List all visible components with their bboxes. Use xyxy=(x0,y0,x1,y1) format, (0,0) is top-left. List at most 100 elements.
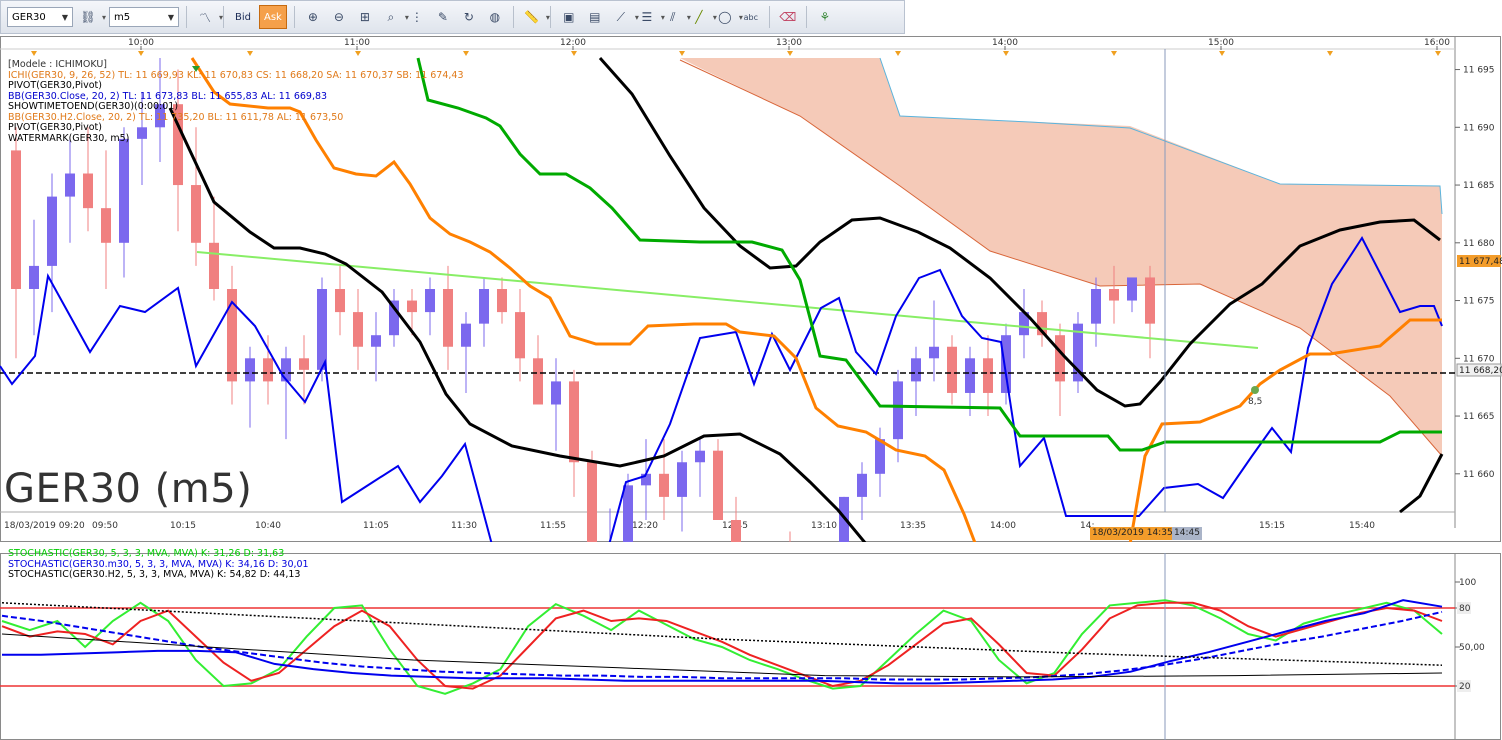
price-tick-label: 11 685 xyxy=(1463,181,1495,191)
candle-body xyxy=(947,346,957,393)
stoch-tick-label: 50,00 xyxy=(1459,643,1485,653)
ruler-icon[interactable]: 📏 xyxy=(521,6,549,28)
bottom-time-label: 10:15 xyxy=(170,521,196,531)
line-tool-icon[interactable]: ╱ xyxy=(688,6,717,28)
timeframe-dropdown[interactable]: m5 ▼ xyxy=(109,7,179,27)
ellipse-icon[interactable]: ◯ xyxy=(714,6,743,28)
bottom-time-label: 12:20 xyxy=(632,521,658,531)
comment-icon[interactable]: ✎ xyxy=(432,6,454,28)
candle-body xyxy=(677,462,687,497)
separator xyxy=(186,6,187,28)
candle-body xyxy=(263,358,273,382)
candle-body xyxy=(245,358,255,382)
timeframe-value: m5 xyxy=(114,11,131,23)
candle-body xyxy=(47,196,57,266)
bottom-time-label: 11:05 xyxy=(363,521,389,531)
zoom-window-icon[interactable]: ⊞ xyxy=(354,6,376,28)
candle-body xyxy=(875,439,885,474)
layout-icon[interactable]: ▤ xyxy=(584,6,606,28)
candle-body xyxy=(929,346,939,359)
candle-body xyxy=(371,335,381,347)
candle-body xyxy=(695,450,705,463)
candle-body xyxy=(1091,289,1101,324)
chart-watermark: GER30 (m5) xyxy=(4,466,253,512)
stochastic-legend: STOCHASTIC(GER30, 5, 3, 3, MVA, MVA) K: … xyxy=(8,548,309,581)
magnifier-plus-icon[interactable]: ⊕ xyxy=(302,6,324,28)
candle-body xyxy=(659,473,669,497)
abc-text-icon[interactable]: abc xyxy=(740,6,762,28)
legend-line-7: WATERMARK(GER30, m5) xyxy=(8,132,130,144)
candle-body xyxy=(731,520,741,542)
candle-body xyxy=(335,289,345,313)
candle-body xyxy=(893,381,903,440)
image-icon[interactable]: ▣ xyxy=(558,6,580,28)
candle-body xyxy=(1145,277,1155,324)
bottom-time-label: 13:35 xyxy=(900,521,926,531)
price-tick-label: 11 670 xyxy=(1463,354,1495,364)
bottom-time-label: 11:55 xyxy=(540,521,566,531)
refresh-icon[interactable]: ↻ xyxy=(458,6,480,28)
bottom-time-label: 14:00 xyxy=(990,521,1016,531)
globe-icon[interactable]: ◍ xyxy=(484,6,506,28)
candle-body xyxy=(407,300,417,313)
sub-frame xyxy=(0,553,1501,740)
bottom-time-label: 18/03/2019 09:20 xyxy=(4,521,85,531)
bottom-time-label: 15:15 xyxy=(1259,521,1285,531)
candle-body xyxy=(461,323,471,347)
candle-body xyxy=(551,381,561,405)
price-tick-label: 11 690 xyxy=(1463,123,1495,133)
candle-body xyxy=(353,312,363,347)
candle-body xyxy=(191,185,201,243)
trend-tools-icon[interactable]: ⫽ xyxy=(662,6,691,28)
price-tick-label: 11 695 xyxy=(1463,66,1495,76)
price-tick-label: 11 665 xyxy=(1463,412,1495,422)
chevron-down-icon: ▼ xyxy=(61,12,68,22)
candle-body xyxy=(623,485,633,542)
separator xyxy=(512,6,514,28)
stoch-legend-0: STOCHASTIC(GER30, 5, 3, 3, MVA, MVA) K: … xyxy=(8,548,285,559)
zoom-fit-icon[interactable]: ⌕ xyxy=(380,6,408,28)
indicator-legend: [Modele : ICHIMOKU] ICHI(GER30, 9, 26, 5… xyxy=(8,59,464,144)
magnifier-minus-icon[interactable]: ⊖ xyxy=(328,6,350,28)
candle-body xyxy=(425,289,435,313)
price-tick-label: 11 675 xyxy=(1463,297,1495,307)
candle-body xyxy=(479,289,489,324)
candle-body xyxy=(515,312,525,359)
bottom-time-label: 13:10 xyxy=(811,521,837,531)
separator xyxy=(805,6,807,28)
link-icon[interactable]: ⛓ xyxy=(77,6,106,28)
toolbar: GER30 ▼ ⛓ m5 ▼ 〽 Bid Ask ⊕ ⊖ ⊞ ⌕ ⋮ ✎ ↻ ◍… xyxy=(0,0,905,34)
signal-dot xyxy=(1251,386,1259,394)
symbol-value: GER30 xyxy=(12,11,46,23)
ask-button[interactable]: Ask xyxy=(259,5,287,29)
price-tick-label: 11 680 xyxy=(1463,239,1495,249)
line-chart-icon[interactable]: 〽 xyxy=(194,6,223,28)
candle-body xyxy=(965,358,975,393)
stoch-legend-2: STOCHASTIC(GER30.H2, 5, 3, 3, MVA, MVA) … xyxy=(8,569,301,580)
price-marker-label-2: 11 668,20 xyxy=(1459,366,1502,376)
candle-body xyxy=(1001,335,1011,393)
candle-body xyxy=(65,173,75,197)
drawing-tools-icon[interactable]: ⟋ xyxy=(610,6,639,28)
bottom-time-label: 09:50 xyxy=(92,521,118,531)
hierarchy-icon[interactable]: ⚘ xyxy=(814,6,836,28)
separator xyxy=(293,6,295,28)
vertical-lines-icon[interactable]: ⋮ xyxy=(406,6,428,28)
bid-button[interactable]: Bid xyxy=(231,6,255,28)
legend-line-6: PIVOT(GER30,Pivot) xyxy=(8,122,102,133)
candle-body xyxy=(713,450,723,520)
candle-body xyxy=(857,473,867,497)
bottom-time-label: 10:40 xyxy=(255,521,281,531)
chevron-down-icon: ▼ xyxy=(167,12,174,22)
legend-line-0: [Modele : ICHIMOKU] xyxy=(8,59,108,70)
candle-body xyxy=(587,462,597,542)
stoch-tick-label: 80 xyxy=(1459,604,1471,614)
candle-body xyxy=(1109,289,1119,301)
price-tick-label: 11 660 xyxy=(1463,470,1495,480)
candle-body xyxy=(443,289,453,347)
eraser-icon[interactable]: ⌫ xyxy=(777,6,799,28)
symbol-dropdown[interactable]: GER30 ▼ xyxy=(7,7,73,27)
horizontal-lines-icon[interactable]: ☰ xyxy=(636,6,664,28)
price-marker-label: 11 677,48 xyxy=(1459,257,1502,267)
candle-body xyxy=(1127,277,1137,301)
